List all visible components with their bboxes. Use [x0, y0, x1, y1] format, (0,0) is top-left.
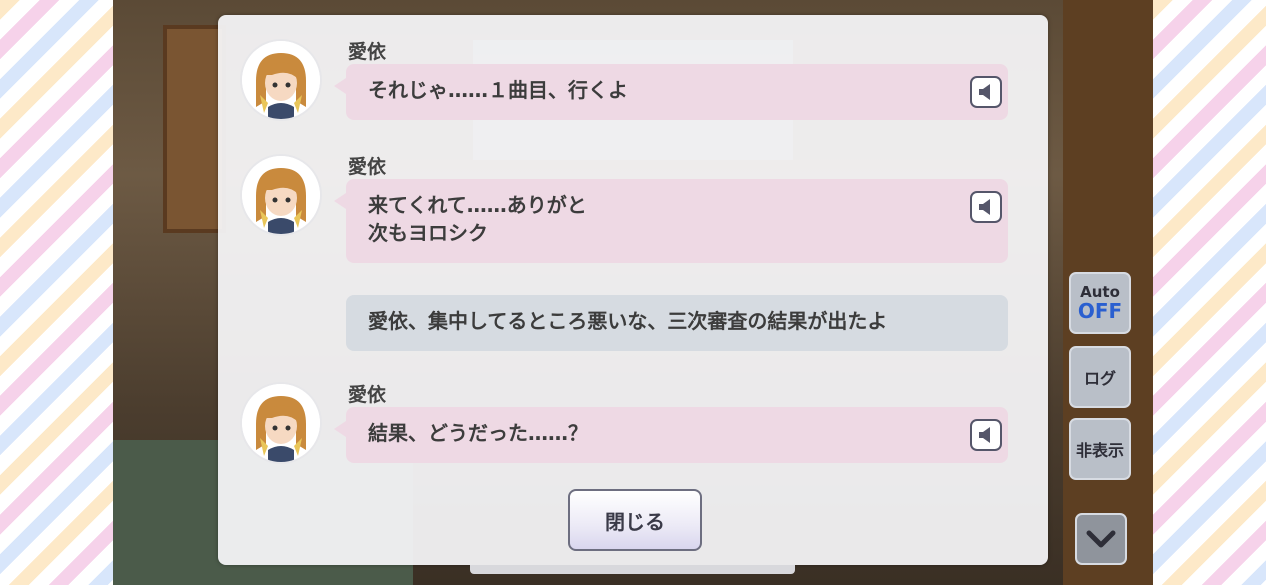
dialogue-line: 結果、どうだった……？	[368, 421, 588, 445]
log-panel: 愛依 それじゃ……１曲目、行くよ 愛依 来てくれて……ありがと 次もヨロシク 愛…	[218, 15, 1048, 565]
avatar-icon	[242, 41, 320, 119]
dialogue-bubble: 来てくれて……ありがと 次もヨロシク	[334, 179, 1008, 263]
auto-state: OFF	[1077, 299, 1123, 323]
dialogue-line: 次もヨロシク	[368, 221, 488, 245]
decorative-stripes-left	[0, 0, 115, 585]
avatar	[240, 382, 322, 464]
speaker-name: 愛依	[348, 156, 387, 178]
voice-replay-button[interactable]	[970, 191, 1002, 223]
close-button[interactable]: 閉じる	[568, 489, 702, 551]
log-button[interactable]: ログ	[1069, 346, 1131, 408]
scene-door	[163, 25, 226, 233]
dialogue-bubble: それじゃ……１曲目、行くよ	[334, 64, 1008, 120]
chevron-down-icon	[1086, 530, 1116, 548]
speaker-name: 愛依	[348, 384, 387, 406]
panel-bottom-tab	[470, 565, 795, 574]
dialogue-line: それじゃ……１曲目、行くよ	[368, 78, 628, 102]
dialogue-line: 来てくれて……ありがと	[368, 193, 587, 217]
scroll-down-button[interactable]	[1075, 513, 1127, 565]
avatar-icon	[242, 156, 320, 234]
voice-replay-button[interactable]	[970, 419, 1002, 451]
log-label: ログ	[1083, 369, 1116, 388]
decorative-stripes-right	[1153, 0, 1266, 585]
auto-button[interactable]: Auto OFF	[1069, 272, 1131, 334]
speaker-icon	[979, 199, 990, 215]
hide-label: 非表示	[1075, 441, 1124, 460]
hide-button[interactable]: 非表示	[1069, 418, 1131, 480]
avatar	[240, 39, 322, 121]
dialogue-bubble: 結果、どうだった……？	[334, 407, 1008, 463]
voice-replay-button[interactable]	[970, 76, 1002, 108]
speaker-name: 愛依	[348, 41, 387, 63]
narration-bubble: 愛依、集中してるところ悪いな、三次審査の結果が出たよ	[346, 295, 1008, 351]
auto-label: Auto	[1080, 283, 1120, 301]
avatar-icon	[242, 384, 320, 462]
narration-line: 愛依、集中してるところ悪いな、三次審査の結果が出たよ	[368, 309, 888, 333]
avatar	[240, 154, 322, 236]
speaker-icon	[979, 427, 990, 443]
speaker-icon	[979, 84, 990, 100]
